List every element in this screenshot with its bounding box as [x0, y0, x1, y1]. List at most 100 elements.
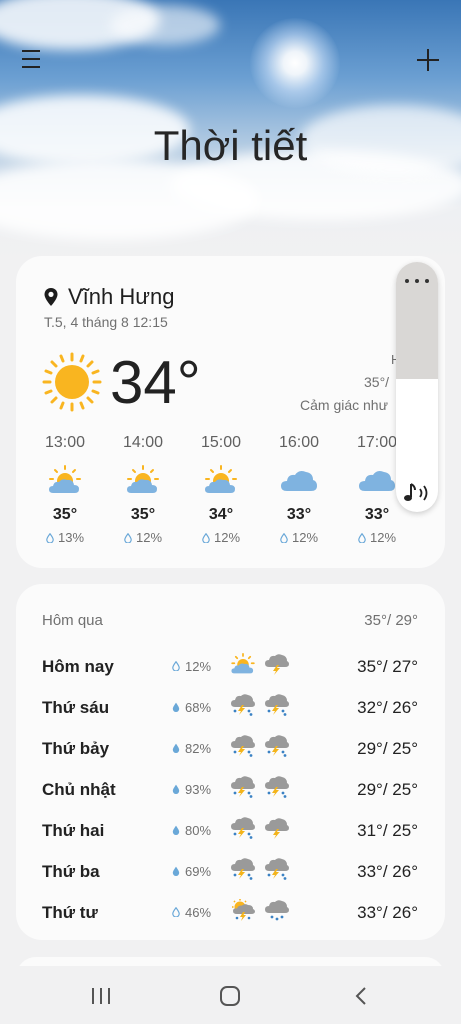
day-temp-range: 29°/ 25° [357, 738, 418, 758]
drop-filled-icon [172, 864, 185, 879]
day-name: Chủ nhật [42, 779, 116, 799]
drop-outline-icon [358, 532, 366, 543]
drop-outline-icon [202, 532, 210, 543]
drop-filled-icon [172, 700, 185, 715]
partly-cloudy-icon [49, 465, 81, 493]
day-precip: 69% [172, 864, 230, 879]
day-precip: 68% [172, 700, 230, 715]
daily-row[interactable]: Thứ ba 69% 33°/ 26° [42, 851, 418, 892]
thunder-rain-icon [264, 735, 290, 762]
yesterday-row: Hôm qua 35°/ 29° [42, 612, 418, 629]
back-button[interactable] [352, 986, 372, 1006]
day-precip: 82% [172, 741, 230, 756]
daily-row[interactable]: Hôm nay 12% 35°/ 27° [42, 646, 418, 687]
hour-time: 14:00 [122, 434, 164, 451]
day-name: Thứ ba [42, 861, 100, 881]
location-pin-icon [44, 288, 58, 306]
day-temp-range: 35°/ 27° [357, 656, 418, 676]
cloudy-icon [281, 471, 317, 491]
add-location-button[interactable] [412, 44, 444, 76]
drop-filled-icon [172, 782, 185, 797]
location: Vĩnh Hưng [44, 284, 174, 310]
daily-row[interactable]: Thứ tư 46% 33°/ 26° [42, 892, 418, 933]
page-title: Thời tiết [153, 122, 308, 169]
day-icons [230, 817, 320, 844]
sunny-icon [42, 352, 102, 412]
daily-row[interactable]: Thứ hai 80% 31°/ 25° [42, 810, 418, 851]
day-precip: 80% [172, 823, 230, 838]
day-icons [230, 776, 320, 803]
drop-outline-icon [280, 532, 288, 543]
hour-temperature: 33° [364, 506, 390, 523]
current-temperature: 34° [110, 349, 201, 416]
hour-time: 16:00 [278, 434, 320, 451]
hourly-item: 15:00 34° 12% [182, 434, 260, 545]
hour-temperature: 34° [208, 506, 234, 523]
daily-row[interactable]: Thứ sáu 68% 32°/ 26° [42, 687, 418, 728]
day-precip-value: 69% [185, 864, 212, 879]
hourly-item: 16:00 33° 12% [260, 434, 338, 545]
day-precip: 93% [172, 782, 230, 797]
sun-thunder-rain-icon [230, 899, 256, 926]
day-precip-value: 82% [185, 741, 212, 756]
side-panel[interactable] [396, 262, 438, 512]
day-precip: 12% [172, 659, 230, 674]
thunder-cloud-icon [264, 817, 290, 844]
day-icons [230, 694, 320, 721]
thunder-rain-icon [230, 858, 256, 885]
day-precip: 46% [172, 905, 230, 920]
daily-row[interactable]: Chủ nhật 93% 29°/ 25° [42, 769, 418, 810]
recent-apps-button[interactable] [92, 988, 110, 1004]
hour-temperature: 33° [286, 506, 312, 523]
day-precip-value: 46% [185, 905, 212, 920]
thunder-rain-icon [264, 776, 290, 803]
hour-temperature: 35° [52, 506, 78, 523]
hour-precip: 12% [213, 530, 241, 545]
yesterday-range: 35°/ 29° [364, 612, 418, 629]
sound-note-icon[interactable] [402, 480, 432, 506]
thunder-rain-icon [230, 776, 256, 803]
hour-time: 13:00 [44, 434, 86, 451]
yesterday-label: Hôm qua [42, 612, 103, 629]
current-datetime: T.5, 4 tháng 8 12:15 [44, 314, 168, 330]
thunder-rain-icon [264, 858, 290, 885]
weather-screen: Thời tiết Vĩnh Hưng T.5, 4 tháng 8 12:15 [0, 0, 461, 1024]
drop-outline-icon [46, 532, 54, 543]
partly-cloudy-icon [205, 465, 237, 493]
day-icons [230, 858, 320, 885]
menu-button[interactable] [22, 50, 46, 72]
day-precip-value: 80% [185, 823, 212, 838]
hour-precip: 12% [291, 530, 319, 545]
hourly-forecast[interactable]: 13:00 35° 13% 14:00 35° 12% 15:00 34° 12… [26, 434, 416, 545]
day-temp-range: 29°/ 25° [357, 779, 418, 799]
high-low-temperature: 35°/ [364, 374, 390, 390]
hourly-item: 13:00 35° 13% [26, 434, 104, 545]
hourly-item: 14:00 35° 12% [104, 434, 182, 545]
day-name: Thứ bảy [42, 738, 110, 758]
day-name: Thứ hai [42, 820, 105, 840]
day-icons [230, 653, 320, 680]
drop-outline-icon [172, 905, 185, 920]
more-options-icon[interactable] [405, 276, 429, 286]
daily-row[interactable]: Thứ bảy 82% 29°/ 25° [42, 728, 418, 769]
day-icons [230, 735, 320, 762]
drop-outline-icon [172, 659, 185, 674]
home-button[interactable] [220, 986, 240, 1006]
hour-precip: 12% [369, 530, 397, 545]
thunder-rain-icon [230, 817, 256, 844]
thunder-rain-icon [230, 694, 256, 721]
hour-precip: 12% [135, 530, 163, 545]
location-name: Vĩnh Hưng [68, 284, 175, 309]
day-temp-range: 32°/ 26° [357, 697, 418, 717]
daily-forecast-card[interactable]: Hôm qua 35°/ 29° Hôm nay 12% 35°/ 27° Thứ s… [16, 584, 445, 940]
thunder-rain-icon [264, 694, 290, 721]
day-temp-range: 31°/ 25° [357, 820, 418, 840]
sun-glare [250, 18, 340, 108]
hour-time: 15:00 [200, 434, 242, 451]
daily-list: Hôm nay 12% 35°/ 27° Thứ sáu 68% 32°/ 26° Thứ … [42, 646, 418, 933]
feels-like-label: Cảm giác như [300, 397, 388, 413]
system-navigation-bar [0, 966, 461, 1024]
hour-precip: 13% [57, 530, 85, 545]
day-name: Thứ sáu [42, 697, 110, 717]
current-weather-card[interactable]: Vĩnh Hưng T.5, 4 tháng 8 12:15 34° H 35°… [16, 256, 445, 568]
